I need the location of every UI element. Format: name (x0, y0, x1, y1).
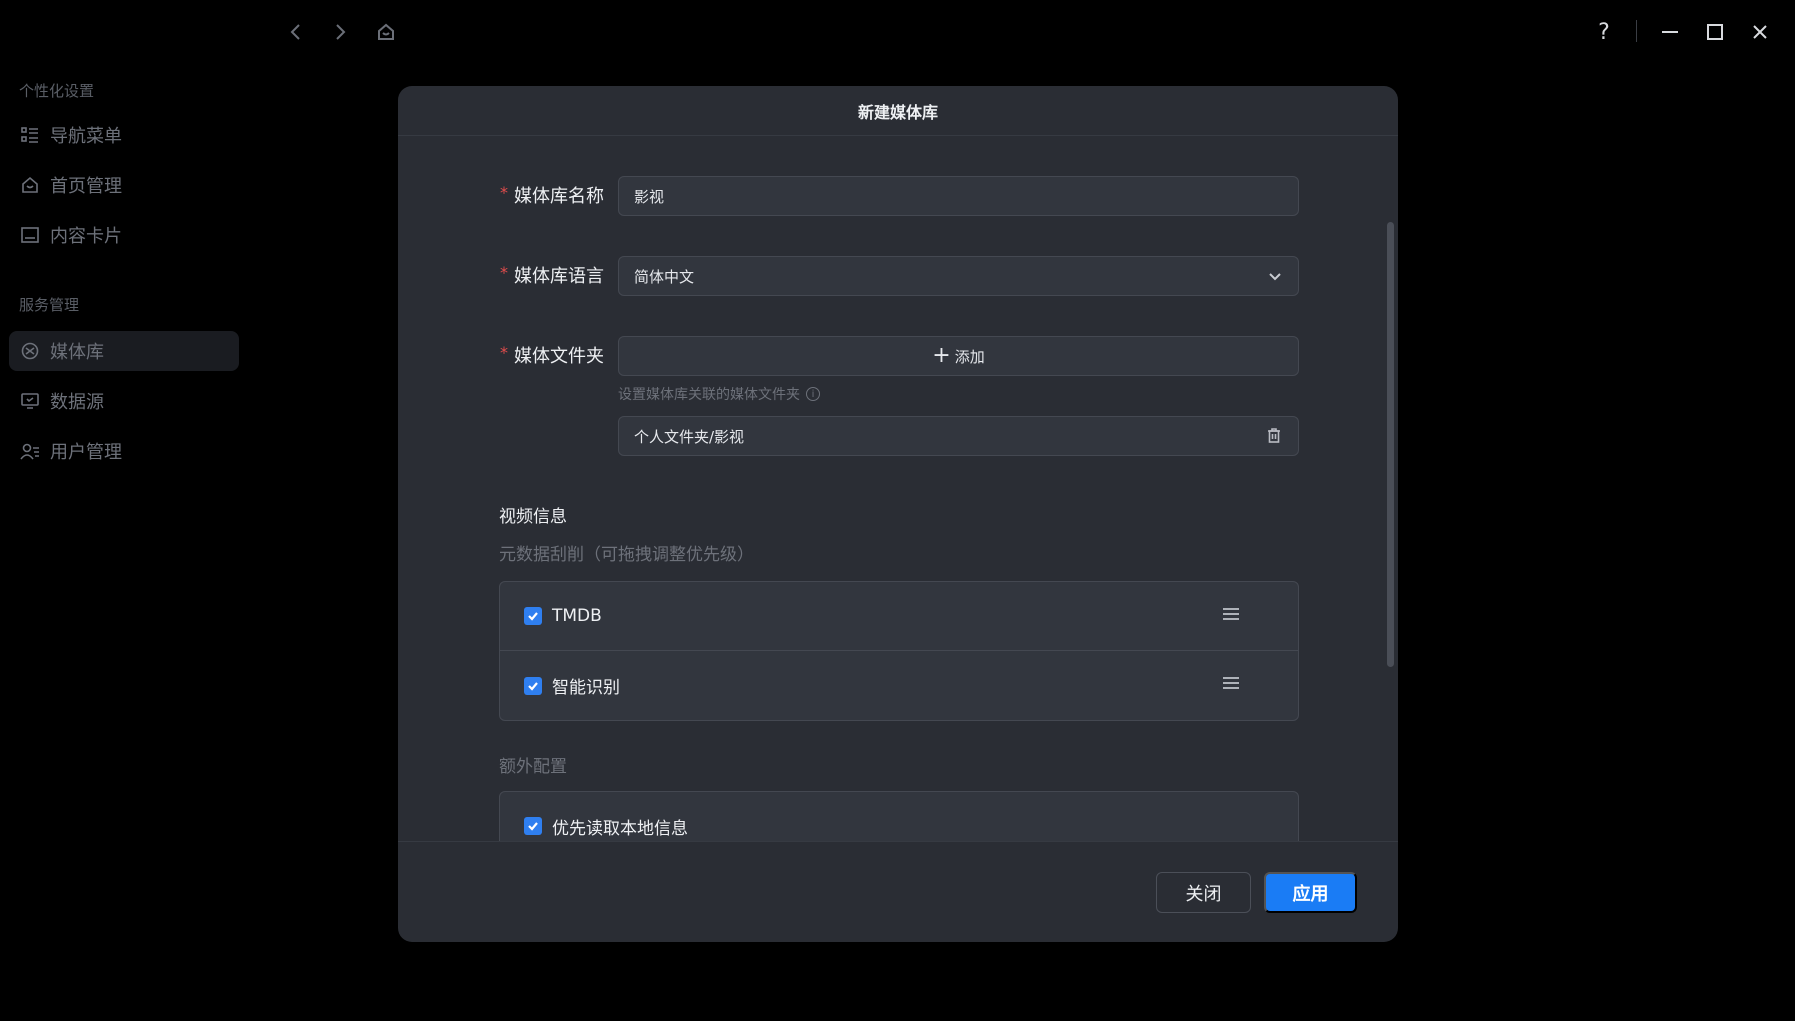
media-folder-label: * 媒体文件夹 (500, 342, 604, 368)
extra-option-label: 优先读取本地信息 (552, 818, 688, 839)
sidebar-item-label: 首页管理 (50, 176, 122, 197)
chevron-down-icon (1269, 273, 1281, 281)
drag-handle-icon[interactable] (1222, 675, 1240, 696)
check-icon (528, 681, 538, 691)
sidebar-item-home-management[interactable]: 首页管理 (9, 165, 239, 205)
list-icon (21, 127, 38, 143)
help-button[interactable]: ? (1586, 14, 1622, 50)
list-item[interactable]: 智能识别 (500, 651, 1298, 720)
library-name-value: 影视 (634, 187, 665, 206)
extra-options-list: 优先读取本地信息 (499, 791, 1299, 841)
sidebar-item-label: 数据源 (50, 392, 104, 413)
chevron-left-icon (290, 24, 300, 40)
required-marker: * (500, 262, 508, 282)
library-language-label: * 媒体库语言 (500, 262, 604, 288)
info-icon[interactable]: i (806, 387, 820, 401)
users-icon (20, 443, 39, 460)
maximize-icon (1707, 24, 1723, 40)
minimize-button[interactable] (1650, 14, 1690, 50)
media-library-icon (21, 342, 39, 360)
folder-path: 个人文件夹/影视 (634, 427, 745, 446)
list-item[interactable]: TMDB (500, 582, 1298, 651)
list-item[interactable]: 优先读取本地信息 (500, 792, 1298, 841)
trash-icon[interactable] (1265, 427, 1283, 445)
close-icon (1753, 25, 1767, 39)
folder-hint-text: 设置媒体库关联的媒体文件夹 (618, 387, 800, 403)
sidebar-item-content-cards[interactable]: 内容卡片 (9, 215, 239, 255)
required-marker: * (500, 182, 508, 202)
plus-icon: + (932, 343, 951, 368)
library-language-select[interactable]: 简体中文 (618, 256, 1299, 296)
required-marker: * (500, 342, 508, 362)
library-name-input[interactable]: 影视 (618, 176, 1299, 216)
new-media-library-dialog: 新建媒体库 * 媒体库名称 影视 * 媒体库语言 简体中文 * 媒体文件夹 + … (398, 86, 1398, 942)
titlebar-divider (1636, 20, 1637, 42)
home-button[interactable] (372, 18, 400, 46)
app-window: ? 个性化设置 导航菜单 首页管理 内容卡片 服务管理 媒体库 数据源 用户管理… (0, 0, 1795, 1021)
minimize-icon (1662, 31, 1678, 33)
chevron-right-icon (336, 24, 346, 40)
close-window-button[interactable] (1740, 14, 1780, 50)
add-folder-button[interactable]: + 添加 (618, 336, 1299, 376)
sidebar-section-title: 个性化设置 (19, 82, 95, 100)
sidebar-item-label: 导航菜单 (50, 126, 122, 147)
scraper-label: TMDB (552, 606, 602, 626)
video-info-title: 视频信息 (499, 507, 567, 527)
folder-hint: 设置媒体库关联的媒体文件夹 i (618, 384, 820, 404)
forward-button[interactable] (326, 18, 354, 46)
dialog-footer: 关闭 应用 (398, 841, 1398, 942)
sidebar-item-user-management[interactable]: 用户管理 (9, 431, 239, 471)
sidebar-item-nav-menu[interactable]: 导航菜单 (9, 115, 239, 155)
library-language-label-text: 媒体库语言 (514, 266, 604, 287)
extra-config-title: 额外配置 (499, 757, 567, 777)
media-folder-label-text: 媒体文件夹 (514, 346, 604, 367)
dialog-body: * 媒体库名称 影视 * 媒体库语言 简体中文 * 媒体文件夹 + 添加 设置媒… (398, 136, 1398, 841)
data-source-icon (21, 393, 39, 409)
sidebar-item-label: 内容卡片 (50, 226, 122, 247)
tmdb-checkbox[interactable] (524, 607, 542, 625)
library-name-label-text: 媒体库名称 (514, 186, 604, 207)
sidebar-item-label: 媒体库 (50, 342, 104, 363)
close-button[interactable]: 关闭 (1156, 872, 1251, 913)
home-icon (22, 176, 38, 193)
home-icon (378, 23, 394, 40)
dialog-scrollbar[interactable] (1387, 222, 1394, 667)
scraper-list: TMDB 智能识别 (499, 581, 1299, 721)
scraper-label: 智能识别 (552, 678, 620, 698)
library-language-value: 简体中文 (634, 267, 695, 286)
back-button[interactable] (282, 18, 310, 46)
prefer-local-info-checkbox[interactable] (524, 817, 542, 835)
sidebar-item-label: 用户管理 (50, 442, 122, 463)
smart-recognition-checkbox[interactable] (524, 676, 542, 695)
drag-handle-icon[interactable] (1222, 606, 1240, 627)
sidebar-item-media-library[interactable]: 媒体库 (9, 331, 239, 371)
dialog-title: 新建媒体库 (398, 86, 1398, 136)
sidebar-section-title: 服务管理 (19, 296, 80, 314)
apply-button[interactable]: 应用 (1264, 872, 1357, 913)
sidebar-item-data-source[interactable]: 数据源 (9, 381, 239, 421)
check-icon (528, 822, 538, 831)
maximize-button[interactable] (1695, 14, 1735, 50)
check-icon (528, 612, 538, 621)
library-name-label: * 媒体库名称 (500, 182, 604, 208)
folder-entry: 个人文件夹/影视 (618, 416, 1299, 456)
scrape-subtitle: 元数据刮削（可拖拽调整优先级） (499, 545, 754, 565)
card-icon (21, 227, 39, 243)
add-folder-label: 添加 (954, 347, 985, 366)
